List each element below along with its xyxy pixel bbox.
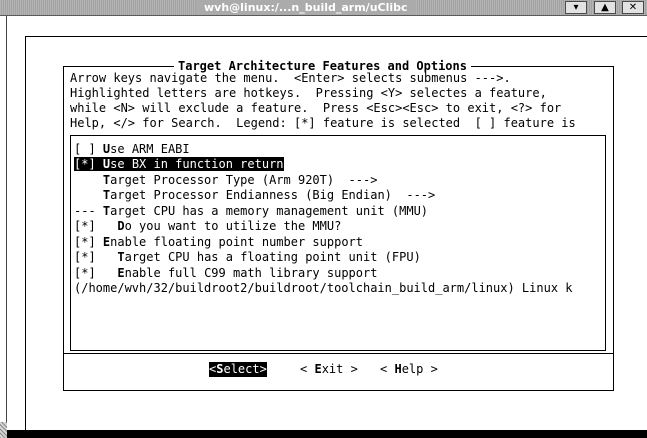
- maximize-icon[interactable]: ▲: [594, 1, 616, 14]
- menu-item[interactable]: Target Processor Endianness (Big Endian)…: [74, 188, 435, 203]
- menu-item-hotkey: T: [117, 250, 125, 264]
- menu-item-hotkey: E: [117, 266, 125, 280]
- help-text: Arrow keys navigate the menu. <Enter> se…: [70, 71, 608, 131]
- menu-item-content: Target Processor Endianness (Big Endian)…: [74, 188, 435, 202]
- help-line: while <N> will exclude a feature. Press …: [70, 101, 562, 115]
- menu-item[interactable]: --- Target CPU has a memory management u…: [74, 204, 428, 219]
- menu-item-label: arget Processor Endianness (Big Endian) …: [110, 188, 436, 202]
- menu-item-content: [*] Use BX in function return: [74, 157, 284, 171]
- menu-item-content: [*] Do you want to utilize the MMU?: [74, 219, 341, 233]
- options-dialog: Target Architecture Features and Options…: [63, 58, 614, 391]
- menu-item-content: [*] Target CPU has a floating point unit…: [74, 250, 421, 264]
- menu-item-label: nable full C99 math library support: [124, 266, 378, 280]
- menu-item[interactable]: [*] Target CPU has a floating point unit…: [74, 250, 421, 265]
- window-titlebar[interactable]: wvh@linux:/...n_build_arm/uClibc ▾ ▲ ✕: [0, 0, 647, 16]
- menu-item-content: [ ] Use ARM EABI: [74, 142, 190, 156]
- resize-grip-icon[interactable]: [0, 422, 7, 438]
- menu-item-label: arget CPU has a floating point unit (FPU…: [124, 250, 421, 264]
- button-bracket: <: [300, 362, 315, 376]
- button-label: elect>: [223, 362, 267, 376]
- button-label: elp >: [401, 362, 438, 376]
- button-separator: [64, 353, 613, 354]
- help-line: Help, </> for Search. Legend: [*] featur…: [70, 116, 576, 130]
- menu-item-prefix: [*]: [74, 235, 103, 249]
- menuconfig-backdrop-top-border: [25, 36, 647, 37]
- window-title: wvh@linux:/...n_build_arm/uClibc: [196, 0, 416, 15]
- menu-item[interactable]: [*] Enable floating point number support: [74, 235, 363, 250]
- menu-item[interactable]: [*] Enable full C99 math library support: [74, 266, 377, 281]
- menu-item-label: se BX in function return: [110, 157, 284, 171]
- button-label: xit >: [321, 362, 358, 376]
- menu-item-prefix: [*]: [74, 157, 103, 171]
- button-hotkey: H: [394, 362, 402, 376]
- menu-item-hotkey: D: [117, 219, 125, 233]
- menu-item-prefix: ---: [74, 204, 103, 218]
- menuconfig-backdrop-left-border: [25, 36, 26, 430]
- menu-item-content: [*] Enable floating point number support: [74, 235, 363, 249]
- menu-item-label: nable floating point number support: [110, 235, 364, 249]
- menu-item-content: Target Processor Type (Arm 920T) --->: [74, 173, 378, 187]
- shade-icon[interactable]: ▾: [565, 1, 587, 14]
- menu-list[interactable]: [ ] Use ARM EABI [*] Use BX in function r…: [70, 135, 606, 351]
- menu-item-content: --- Target CPU has a memory management u…: [74, 204, 428, 218]
- menu-item-label: (/home/wvh/32/buildroot2/buildroot/toolc…: [74, 281, 573, 295]
- menu-item-label: o you want to utilize the MMU?: [124, 219, 342, 233]
- terminal-bottom-border: [7, 430, 647, 438]
- button-hotkey: E: [314, 362, 322, 376]
- help-line: Highlighted letters are hotkeys. Pressin…: [70, 86, 547, 100]
- menu-item[interactable]: [*] Use BX in function return: [74, 157, 284, 172]
- menu-item-content: [*] Enable full C99 math library support: [74, 266, 377, 280]
- menu-item-label: arget CPU has a memory management unit (…: [110, 204, 429, 218]
- select-button[interactable]: <Select>: [209, 362, 267, 377]
- button-bracket: <: [380, 362, 395, 376]
- exit-button[interactable]: < Exit >: [300, 362, 358, 377]
- menu-item[interactable]: (/home/wvh/32/buildroot2/buildroot/toolc…: [74, 281, 573, 296]
- menu-item-prefix: [*]: [74, 250, 118, 264]
- menu-item-prefix: [*]: [74, 219, 118, 233]
- menu-item-content: (/home/wvh/32/buildroot2/buildroot/toolc…: [74, 281, 573, 295]
- menu-item[interactable]: [ ] Use ARM EABI: [74, 142, 190, 157]
- help-line: Arrow keys navigate the menu. <Enter> se…: [70, 71, 511, 85]
- menu-item-prefix: [74, 173, 103, 187]
- menu-item-prefix: [74, 188, 103, 202]
- menu-item[interactable]: Target Processor Type (Arm 920T) --->: [74, 173, 378, 188]
- menu-item[interactable]: [*] Do you want to utilize the MMU?: [74, 219, 341, 234]
- menu-item-label: se ARM EABI: [110, 142, 190, 156]
- window-left-border: [0, 16, 7, 438]
- close-icon[interactable]: ✕: [622, 1, 644, 14]
- help-button[interactable]: < Help >: [380, 362, 438, 377]
- menu-item-label: arget Processor Type (Arm 920T) --->: [110, 173, 378, 187]
- menu-item-prefix: [ ]: [74, 142, 103, 156]
- menu-item-prefix: [*]: [74, 266, 118, 280]
